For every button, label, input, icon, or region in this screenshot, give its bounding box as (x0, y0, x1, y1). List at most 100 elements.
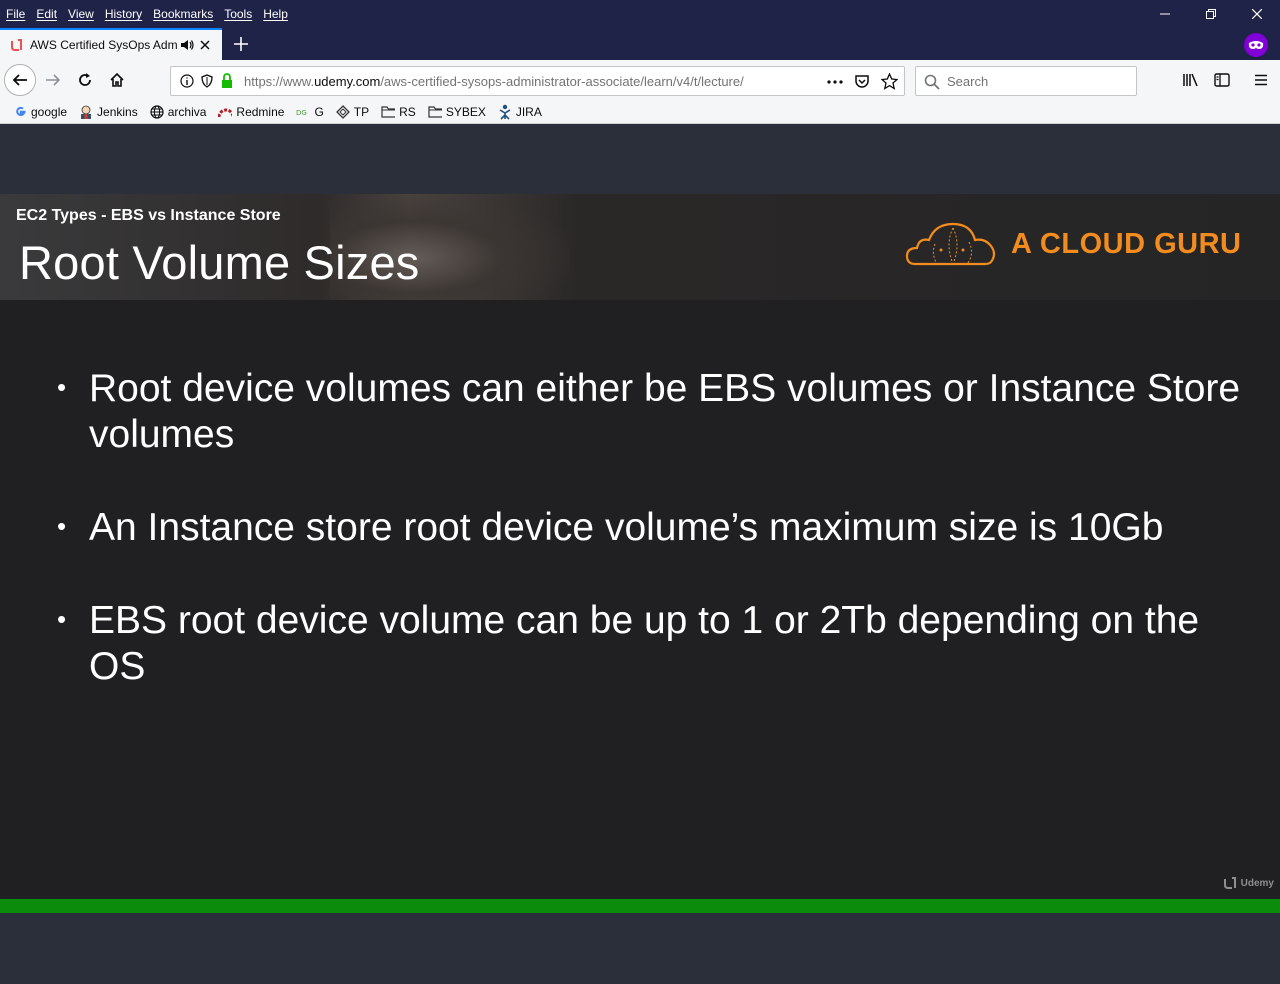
url-prefix: https://www. (244, 74, 315, 89)
bookmarks-toolbar: google Jenkins archiva Redmine DG G TP R… (0, 100, 1280, 124)
menu-edit[interactable]: Edit (36, 7, 57, 21)
slide-subtitle: EC2 Types - EBS vs Instance Store (16, 207, 281, 224)
sidebar-button[interactable] (1207, 65, 1237, 95)
google-icon (13, 105, 27, 119)
watermark-text: Udemy (1240, 877, 1274, 889)
jenkins-icon (79, 105, 93, 119)
bullet-marker: • (57, 372, 67, 402)
bookmark-tp[interactable]: TP (335, 104, 370, 119)
new-tab-button[interactable] (229, 32, 253, 56)
url-host: udemy.com (314, 74, 381, 89)
home-icon (110, 72, 124, 87)
slide-title: Root Volume Sizes (19, 236, 420, 289)
menu-history[interactable]: History (105, 7, 142, 21)
bullet-marker: • (57, 511, 67, 541)
menu-bookmarks[interactable]: Bookmarks (153, 7, 213, 21)
bullet-text: EBS root device volume can be up to 1 or… (89, 599, 1200, 688)
bookmark-folder-rs[interactable]: RS (381, 105, 416, 119)
bookmark-label: SYBEX (445, 104, 486, 119)
bookmark-label: JIRA (515, 104, 542, 119)
back-arrow-icon (12, 74, 27, 86)
close-window-button[interactable] (1234, 0, 1280, 28)
menu-help[interactable]: Help (263, 7, 288, 21)
bookmark-jira[interactable]: JIRA (498, 104, 542, 120)
lock-icon[interactable] (220, 73, 234, 89)
pocket-icon[interactable] (854, 74, 870, 90)
video-player[interactable]: EC2 Types - EBS vs Instance Store Root V… (0, 124, 1280, 984)
reload-button[interactable] (70, 65, 100, 95)
forward-button[interactable] (38, 65, 68, 95)
search-placeholder: Search (947, 74, 989, 89)
menu-bar: File Edit View History Bookmarks Tools H… (6, 7, 299, 21)
minimize-button[interactable] (1142, 0, 1188, 28)
bookmark-label: G (314, 104, 324, 119)
search-bar[interactable]: Search (915, 66, 1137, 96)
bookmark-label: archiva (167, 104, 207, 119)
brand-name: A CLOUD GURU (1011, 228, 1242, 260)
bookmark-folder-sybex[interactable]: SYBEX (428, 105, 486, 119)
menu-tools[interactable]: Tools (224, 7, 252, 21)
folder-icon (381, 105, 396, 119)
progress-fill (0, 899, 1280, 913)
back-button[interactable] (4, 64, 36, 96)
jira-icon (498, 104, 512, 120)
bookmark-redmine[interactable]: Redmine (218, 105, 284, 119)
sidebar-icon (1214, 73, 1230, 87)
private-browsing-indicator (1244, 33, 1268, 57)
home-button[interactable] (102, 65, 132, 95)
bookmark-label: TP (353, 104, 370, 119)
hamburger-icon (1255, 74, 1267, 86)
forward-arrow-icon (46, 74, 61, 86)
tab-title: AWS Certified SysOps Admin (30, 38, 178, 52)
speaker-icon[interactable] (180, 38, 194, 52)
url-text: https://www.udemy.com/aws-certified-syso… (244, 74, 792, 89)
menu-view[interactable]: View (68, 7, 94, 21)
library-button[interactable] (1176, 65, 1206, 95)
bookmark-label: Jenkins (97, 104, 138, 119)
bookmark-archiva[interactable]: archiva (150, 104, 207, 119)
bookmark-star-icon[interactable] (881, 73, 898, 90)
folder-icon (428, 105, 442, 119)
cloud-guru-logo-icon (905, 222, 996, 266)
bookmark-jenkins[interactable]: Jenkins (79, 105, 138, 119)
bullet-text: An Instance store root device volume’s m… (89, 506, 1164, 549)
slide-header: EC2 Types - EBS vs Instance Store Root V… (0, 194, 1280, 300)
title-bar: File Edit View History Bookmarks Tools H… (0, 0, 1280, 28)
browser-window: File Edit View History Bookmarks Tools H… (0, 0, 1280, 984)
page-actions-icon[interactable] (826, 75, 844, 89)
bookmark-google[interactable]: google (13, 105, 67, 119)
redmine-icon (218, 105, 233, 119)
navigation-bar: https://www.udemy.com/aws-certified-syso… (0, 60, 1280, 100)
minimize-icon (1160, 13, 1170, 15)
tab-active[interactable]: AWS Certified SysOps Admin (0, 28, 222, 60)
restore-button[interactable] (1188, 0, 1234, 28)
info-icon[interactable] (180, 74, 194, 88)
bookmark-label: Redmine (236, 104, 285, 119)
udemy-logo-icon (1223, 877, 1236, 889)
udemy-favicon-icon (11, 39, 22, 51)
main-menu-button[interactable] (1246, 65, 1276, 95)
video-progress-bar[interactable] (0, 899, 1280, 913)
library-icon (1183, 73, 1198, 87)
menu-file[interactable]: File (6, 7, 25, 21)
close-tab-icon[interactable] (198, 38, 212, 52)
url-path: /aws-certified-sysops-administrator-asso… (380, 74, 744, 89)
lecture-slide: EC2 Types - EBS vs Instance Store Root V… (0, 194, 1280, 899)
bullet-marker: • (57, 604, 67, 634)
window-controls (1142, 0, 1280, 28)
search-icon (924, 74, 940, 90)
reload-icon (79, 73, 91, 86)
globe-icon (150, 104, 164, 119)
close-icon (1252, 9, 1262, 19)
diamond-icon (335, 104, 350, 119)
url-bar[interactable]: https://www.udemy.com/aws-certified-syso… (170, 66, 905, 96)
udemy-watermark: Udemy (1223, 876, 1274, 890)
bookmark-label: RS (399, 104, 416, 119)
svg-text:DG: DG (296, 109, 307, 117)
bullet-text: Root device volumes can either be EBS vo… (89, 367, 1241, 456)
mask-icon (1248, 41, 1264, 49)
tracking-shield-icon[interactable] (200, 74, 214, 88)
bookmark-label: google (31, 104, 68, 119)
brand-logo: A CLOUD GURU (905, 218, 1250, 272)
bookmark-g[interactable]: DG G (296, 105, 323, 119)
